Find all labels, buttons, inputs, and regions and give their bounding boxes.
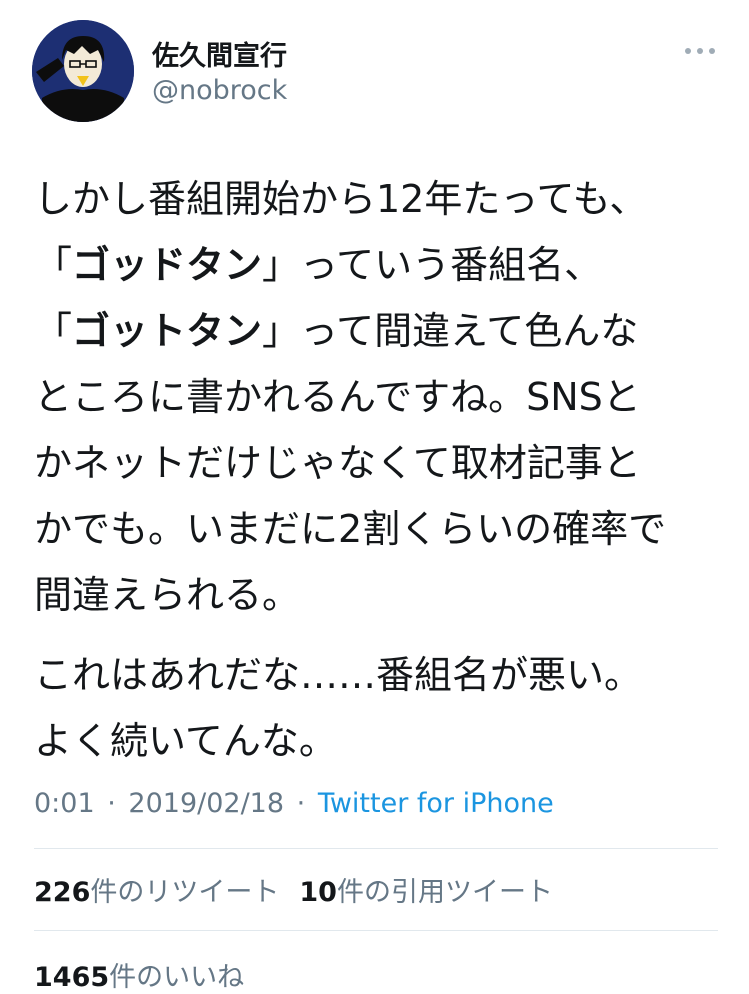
more-options-button[interactable] [680, 36, 720, 66]
tweet-line: かネットだけじゃなくて取材記事と [34, 430, 734, 496]
tweet-line: しかし番組開始から12年たっても、 [34, 166, 734, 232]
tweet-line-text: かネットだけじゃなくて取材記事と [34, 441, 641, 485]
tweet-source-link[interactable]: Twitter for iPhone [318, 788, 554, 819]
more-horizontal-icon [685, 48, 715, 54]
tweet-line: ところに書かれるんですね。SNSと [34, 364, 734, 430]
tweet-line: よく続いてんな。 [34, 708, 734, 774]
author-handle[interactable]: @nobrock [152, 75, 287, 106]
divider [34, 848, 718, 849]
tweet-line-text: 」っていう番組名、 [262, 243, 603, 287]
likes-stats-row: 1465件のいいね [34, 955, 244, 994]
tweet-line-text: よく続いてんな。 [34, 719, 337, 763]
quotes-stat[interactable]: 10件の引用ツイート [299, 877, 553, 908]
tweet-line-text: 」って間違えて色んな [262, 309, 639, 353]
tweet-line-text: 間違えられる。 [34, 573, 301, 617]
tweet-line-text: かでも。いまだに2割くらいの確率で [34, 507, 667, 551]
tweet-text: しかし番組開始から12年たっても、 「ゴッドタン」っていう番組名、 「ゴットタン… [34, 166, 734, 774]
bracket-open: 「 [34, 309, 73, 353]
retweets-count: 226 [34, 877, 91, 908]
show-name-correct: ゴッドタン [72, 243, 263, 287]
meta-separator: · [107, 788, 116, 819]
author-name[interactable]: 佐久間宣行 [152, 34, 287, 73]
likes-label: 件のいいね [109, 962, 245, 993]
tweet-line: 「ゴッドタン」っていう番組名、 [34, 232, 734, 298]
tweet-meta: 0:01 · 2019/02/18 · Twitter for iPhone [34, 788, 554, 819]
quotes-count: 10 [299, 877, 337, 908]
tweet-line: 間違えられる。 [34, 562, 734, 628]
tweet-line: かでも。いまだに2割くらいの確率で [34, 496, 734, 562]
tweet-line-text: ところに書かれるんですね。SNSと [34, 375, 641, 419]
retweet-stats-row: 226件のリツイート 10件の引用ツイート [34, 870, 553, 909]
divider [34, 930, 718, 931]
show-name-misspelled: ゴットタン [72, 309, 263, 353]
likes-count: 1465 [34, 962, 110, 993]
tweet-line-text: しかし番組開始から12年たっても、 [34, 177, 648, 221]
retweets-stat[interactable]: 226件のリツイート [34, 877, 279, 908]
tweet-line: これはあれだな……番組名が悪い。 [34, 642, 734, 708]
tweet-date[interactable]: 2019/02/18 [128, 788, 284, 819]
avatar-illustration [32, 20, 134, 122]
meta-separator: · [296, 788, 306, 819]
retweets-label: 件のリツイート [90, 877, 280, 908]
bracket-open: 「 [34, 243, 73, 287]
avatar[interactable] [32, 20, 134, 122]
likes-stat[interactable]: 1465件のいいね [34, 962, 244, 993]
tweet-line-text: これはあれだな……番組名が悪い。 [34, 653, 643, 697]
tweet-line: 「ゴットタン」って間違えて色んな [34, 298, 734, 364]
tweet-time[interactable]: 0:01 [34, 788, 95, 819]
quotes-label: 件の引用ツイート [336, 877, 553, 908]
